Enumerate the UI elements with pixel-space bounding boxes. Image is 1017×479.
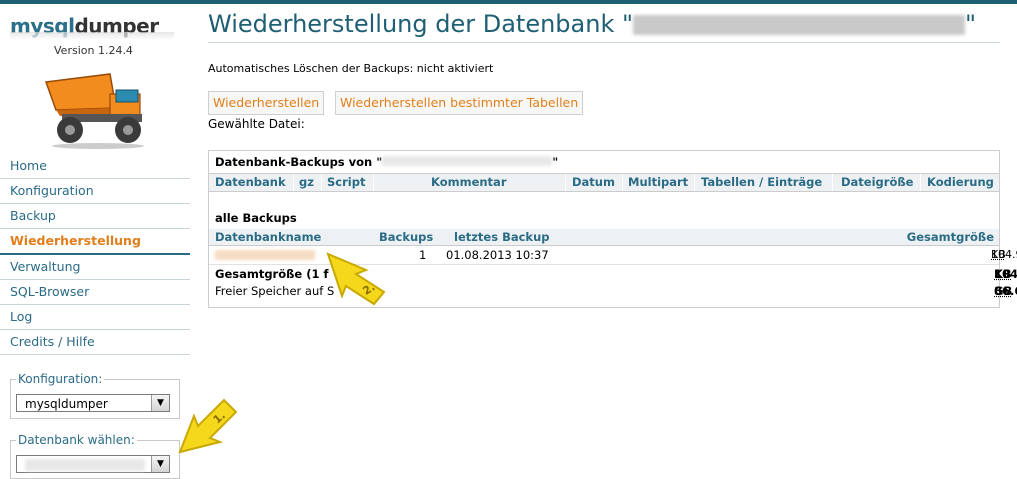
nav-log[interactable]: Log — [0, 305, 190, 330]
col-gz[interactable]: gz — [299, 174, 314, 191]
annotation-arrow-1-icon: 1. — [178, 398, 238, 454]
column-divider — [373, 174, 374, 191]
restore-button[interactable]: Wiederherstellen — [208, 91, 325, 115]
total-size-label: Gesamtgröße (1 f — [215, 267, 329, 281]
version-label: Version 1.24.4 — [54, 44, 133, 57]
database-legend: Datenbank wählen: — [16, 433, 137, 447]
col-multipart[interactable]: Multipart — [628, 174, 688, 191]
sidebar: mysqldumper Version 1.24.4 Home Konfigur… — [0, 4, 198, 479]
title-divider — [208, 42, 1000, 43]
col-datum[interactable]: Datum — [572, 174, 615, 191]
config-select[interactable]: mysqldumper ▼ — [16, 394, 170, 412]
database-select-value-redacted — [25, 459, 145, 471]
col-backups: Backups — [379, 230, 434, 244]
nav-wiederherstellung[interactable]: Wiederherstellung — [0, 229, 190, 255]
row-last-backup: 01.08.2013 10:37 — [446, 248, 549, 262]
column-divider — [920, 174, 921, 191]
dropdown-arrow-icon[interactable]: ▼ — [151, 395, 169, 411]
col-datenbank[interactable]: Datenbank — [215, 174, 286, 191]
main-content: Wiederherstellung der Datenbank " " Autom… — [208, 4, 1017, 477]
nav-konfiguration[interactable]: Konfiguration — [0, 179, 190, 204]
page-title: Wiederherstellung der Datenbank " " — [208, 10, 976, 38]
selected-file-label: Gewählte Datei: — [208, 117, 305, 131]
backup-table-header: Datenbank gz Script Kommentar Datum Mult… — [209, 173, 999, 192]
nav-backup[interactable]: Backup — [0, 204, 190, 229]
backups-panel-title: Datenbank-Backups von " " — [215, 155, 559, 169]
dropdown-arrow-icon[interactable]: ▼ — [151, 456, 169, 472]
page-title-quote: " — [965, 10, 977, 38]
main-navigation: Home Konfiguration Backup Wiederherstell… — [0, 154, 190, 355]
dump-truck-icon — [44, 73, 144, 149]
config-fieldset: Konfiguration: mysqldumper ▼ — [10, 372, 180, 419]
database-name-redacted — [633, 15, 966, 35]
column-divider — [694, 174, 695, 191]
column-divider — [293, 174, 294, 191]
col-script[interactable]: Script — [327, 174, 365, 191]
free-space-label: Freier Speicher auf S — [215, 284, 335, 298]
col-dateigroesse[interactable]: Dateigröße — [841, 174, 913, 191]
nav-credits-hilfe[interactable]: Credits / Hilfe — [0, 330, 190, 355]
col-datenbankname: Datenbankname — [215, 230, 322, 244]
column-divider — [832, 174, 833, 191]
auto-delete-status: Automatisches Löschen der Backups: nicht… — [208, 62, 494, 75]
column-divider — [321, 174, 322, 191]
annotation-arrow-2-icon: 2. — [326, 252, 386, 306]
nav-verwaltung[interactable]: Verwaltung — [0, 255, 190, 280]
col-kommentar[interactable]: Kommentar — [431, 174, 507, 191]
config-select-value: mysqldumper — [25, 397, 108, 411]
column-divider — [565, 174, 566, 191]
restore-tables-button[interactable]: Wiederherstellen bestimmter Tabellen — [335, 91, 584, 115]
column-divider — [622, 174, 623, 191]
col-tabellen-eintraege[interactable]: Tabellen / Einträge — [701, 174, 822, 191]
col-kodierung[interactable]: Kodierung — [927, 174, 994, 191]
col-letztes-backup: letztes Backup — [454, 230, 550, 244]
config-legend: Konfiguration: — [16, 372, 105, 386]
row-backup-count: 1 — [419, 248, 427, 262]
nav-sql-browser[interactable]: SQL-Browser — [0, 280, 190, 305]
nav-home[interactable]: Home — [0, 154, 190, 179]
page-title-text: Wiederherstellung der Datenbank " — [208, 10, 634, 38]
database-name-redacted — [382, 156, 553, 166]
database-select[interactable]: ▼ — [16, 455, 170, 473]
col-gesamtgroesse: Gesamtgröße — [906, 230, 994, 244]
all-backups-heading: alle Backups — [215, 211, 297, 225]
logo-reflection — [10, 32, 174, 40]
database-fieldset: Datenbank wählen: ▼ — [10, 433, 180, 479]
